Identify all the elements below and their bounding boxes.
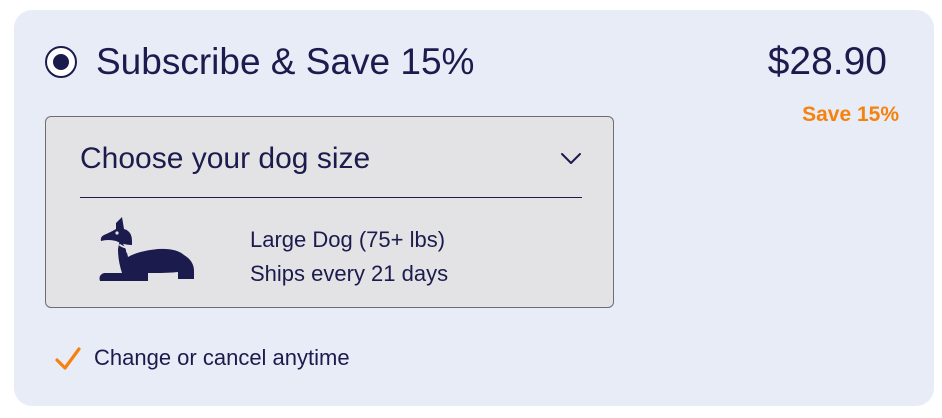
shipping-frequency-label: Ships every 21 days: [250, 261, 449, 286]
save-badge: Save 15%: [802, 103, 899, 126]
dog-icon: [99, 217, 194, 281]
radio-selected-dot: [52, 53, 69, 70]
selected-size-label: Large Dog (75+ lbs): [250, 227, 446, 252]
plan-price: $28.90: [767, 40, 887, 83]
dropdown-label: Choose your dog size: [80, 142, 371, 175]
checkmark-icon: [55, 347, 81, 370]
subscription-option-card[interactable]: Subscribe & Save 15% $28.90 Save 15% Cho…: [14, 10, 934, 406]
plan-title: Subscribe & Save 15%: [96, 41, 475, 82]
dog-size-dropdown[interactable]: Choose your dog size: [80, 135, 582, 198]
dog-size-selector[interactable]: Choose your dog size Large Dog (75+ lbs)…: [45, 116, 614, 308]
chevron-down-icon[interactable]: [560, 147, 582, 169]
selected-dog-size-info: Large Dog (75+ lbs) Ships every 21 days: [250, 223, 448, 291]
benefit-text: Change or cancel anytime: [94, 345, 350, 370]
subscribe-radio-button[interactable]: [45, 46, 77, 78]
